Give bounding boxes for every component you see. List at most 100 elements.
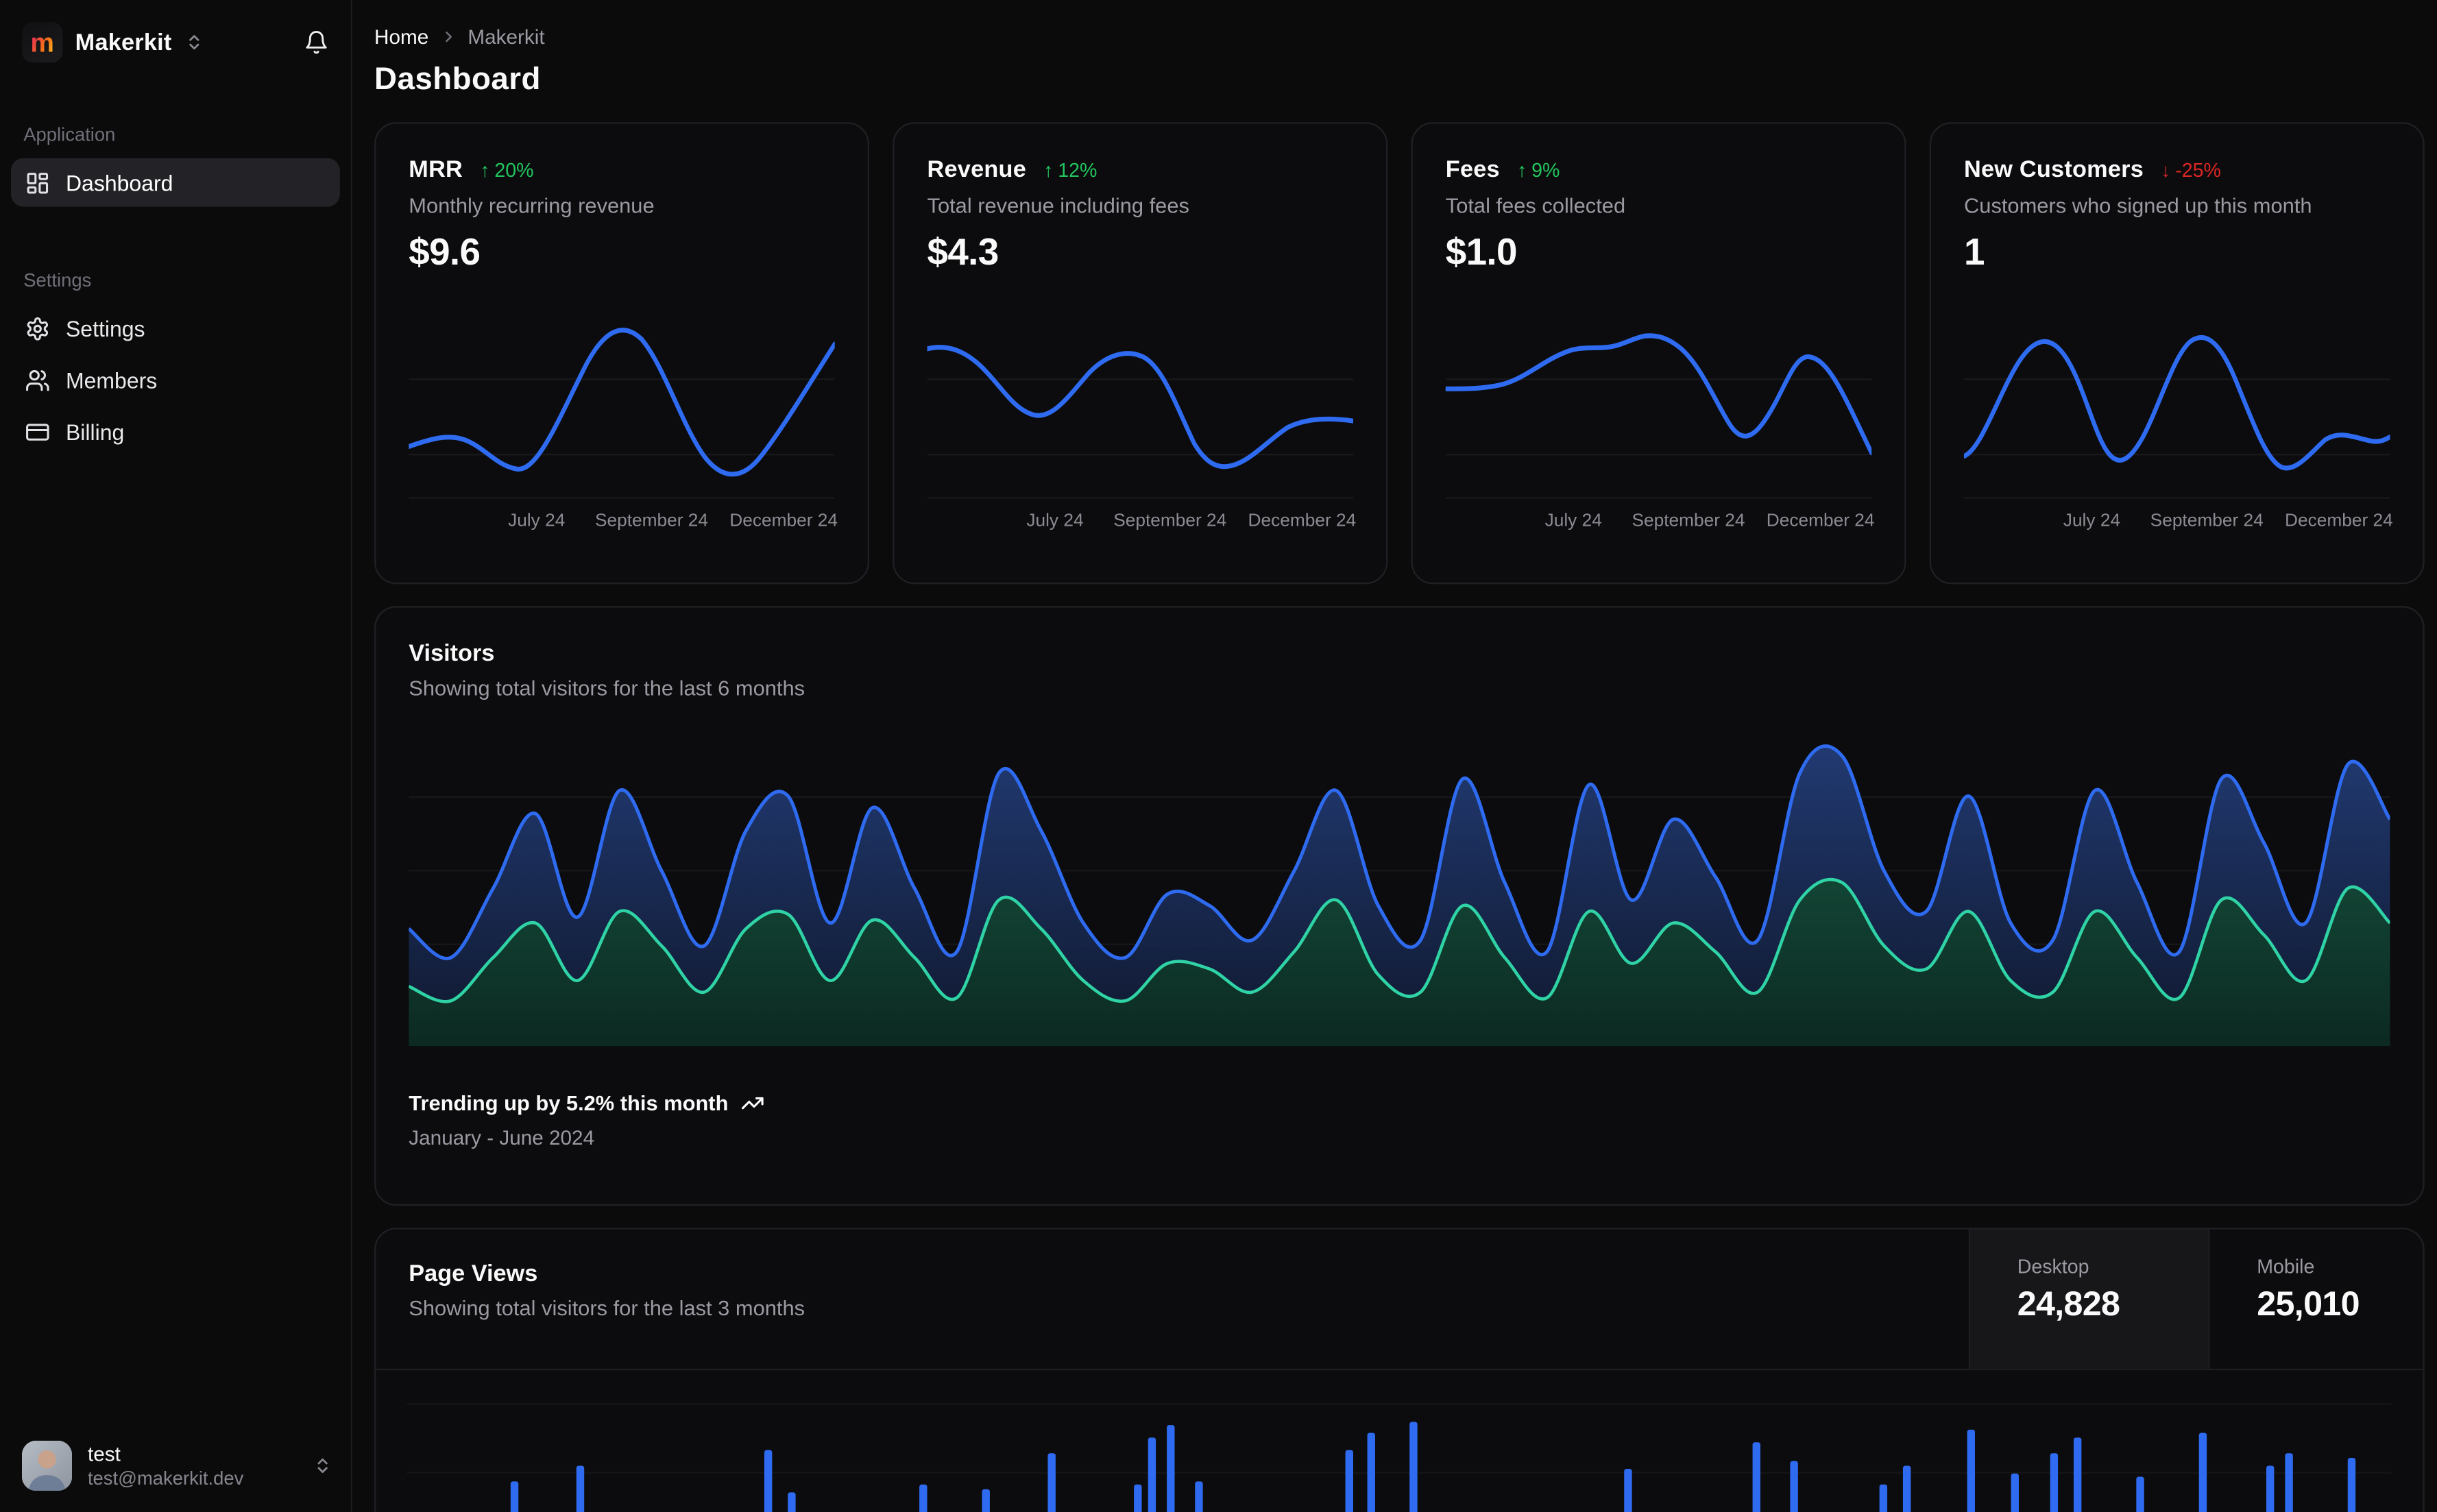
breadcrumb: Home Makerkit (374, 25, 2425, 49)
stat-value: $1.0 (1445, 232, 1518, 274)
page-views-bar (1133, 1485, 1141, 1512)
trend-summary: Trending up by 5.2% this month (409, 1091, 729, 1115)
credit-card-icon (25, 419, 51, 444)
sidebar-item-members[interactable]: Members (11, 356, 340, 404)
trending-up-icon (741, 1091, 764, 1114)
user-email: test@makerkit.dev (87, 1467, 244, 1489)
page-views-bar (982, 1489, 991, 1512)
trend-badge: ↓ -25% (2161, 159, 2221, 181)
stat-card-mrr: MRR ↑ 20% Monthly recurring revenue $9.6 … (374, 122, 870, 585)
page-views-bar (1167, 1426, 1176, 1512)
page-views-card: Page Views Showing total visitors for th… (374, 1228, 2425, 1512)
toggle-value: 24,828 (2017, 1284, 2120, 1324)
arrow-up-icon: ↑ (1516, 158, 1527, 181)
trend-badge: ↑ 20% (480, 159, 533, 181)
sidebar-item-billing[interactable]: Billing (11, 407, 340, 456)
stat-description: Total revenue including fees (927, 194, 1189, 218)
page-views-title: Page Views (409, 1260, 538, 1288)
page-views-bar (1147, 1437, 1156, 1512)
trend-value: -25% (2175, 158, 2221, 181)
x-tick: September 24 (2150, 512, 2264, 531)
avatar (21, 1440, 73, 1491)
x-tick: September 24 (1632, 512, 1745, 531)
notifications-bell-icon[interactable] (304, 29, 329, 55)
chevrons-up-down-icon[interactable] (184, 33, 203, 51)
page-views-bar (2348, 1457, 2356, 1512)
chevron-right-icon (439, 28, 457, 45)
sparkline-x-axis: July 24 September 24 December 24 (1446, 509, 1875, 537)
user-menu[interactable]: test test@makerkit.dev (0, 1425, 351, 1512)
breadcrumb-current: Makerkit (468, 25, 545, 49)
sidebar-item-dashboard[interactable]: Dashboard (10, 158, 340, 207)
x-tick: July 24 (1544, 512, 1602, 531)
visitors-subtitle: Showing total visitors for the last 6 mo… (409, 676, 805, 700)
chevrons-up-down-icon[interactable] (313, 1456, 332, 1475)
stat-title: Revenue (927, 156, 1027, 184)
sparkline-x-axis: July 24 September 24 December 24 (1964, 509, 2393, 537)
page-views-bar (919, 1485, 927, 1512)
stat-title: MRR (409, 156, 463, 184)
page-views-bar (1752, 1441, 1761, 1512)
page-views-bar (2266, 1465, 2275, 1512)
page-views-subtitle: Showing total visitors for the last 3 mo… (409, 1296, 805, 1321)
breadcrumb-home-link[interactable]: Home (374, 25, 428, 49)
page-views-bar (1967, 1429, 1975, 1512)
arrow-down-icon: ↓ (2161, 158, 2171, 181)
trend-value: 20% (494, 158, 534, 181)
sidebar: m Makerkit Application Dashboard Setting… (0, 0, 353, 1512)
stat-description: Customers who signed up this month (1964, 194, 2312, 218)
new-customers-sparkline-chart (1964, 296, 2390, 504)
toggle-mobile[interactable]: Mobile 25,010 (2208, 1229, 2423, 1369)
x-tick: July 24 (2063, 512, 2121, 531)
app-window: m Makerkit Application Dashboard Setting… (0, 0, 2437, 1512)
arrow-up-icon: ↑ (1043, 158, 1054, 181)
trend-badge: ↑ 9% (1517, 159, 1560, 181)
revenue-sparkline-chart (927, 296, 1353, 504)
visitors-area-chart (409, 739, 2390, 1047)
makerkit-logo: m (21, 21, 63, 63)
page-views-bar (2074, 1437, 2082, 1512)
page-views-bar (1195, 1480, 1203, 1512)
sidebar-item-label: Billing (65, 419, 125, 444)
user-meta: test test@makerkit.dev (88, 1442, 298, 1489)
toggle-desktop[interactable]: Desktop 24,828 (1968, 1229, 2209, 1369)
nav-section-application: Application (23, 123, 116, 146)
stat-card-fees: Fees ↑ 9% Total fees collected $1.0 July … (1411, 122, 1906, 585)
page-views-bar-chart (407, 1370, 2392, 1512)
x-tick: December 24 (1248, 512, 1357, 531)
page-views-bar (2135, 1477, 2144, 1512)
page-title: Dashboard (374, 62, 541, 97)
page-views-header: Page Views Showing total visitors for th… (376, 1229, 2423, 1371)
main-content: Home Makerkit Dashboard MRR ↑ 20% Monthly… (352, 0, 2437, 1512)
page-views-bar (1409, 1422, 1418, 1512)
sidebar-item-settings[interactable]: Settings (11, 304, 340, 352)
stat-card-revenue: Revenue ↑ 12% Total revenue including fee… (893, 122, 1388, 585)
stat-title: Fees (1445, 156, 1500, 184)
visitors-card: Visitors Showing total visitors for the … (374, 606, 2425, 1206)
x-tick: September 24 (1113, 512, 1227, 531)
visitors-footer: Trending up by 5.2% this month January -… (409, 1091, 2390, 1149)
toggle-label: Desktop (2017, 1256, 2089, 1278)
stat-card-new-customers: New Customers ↓ -25% Customers who signed… (1929, 122, 2425, 585)
page-views-bar (1879, 1485, 1888, 1512)
users-icon (25, 367, 51, 393)
toggle-value: 25,010 (2257, 1284, 2360, 1324)
mrr-sparkline-chart (409, 296, 835, 504)
fees-sparkline-chart (1445, 296, 1872, 504)
page-views-bar (2010, 1473, 2019, 1512)
workspace-selector[interactable]: m Makerkit (0, 0, 351, 78)
page-views-bar (1368, 1433, 1376, 1512)
page-views-bar (1346, 1449, 1354, 1512)
date-range: January - June 2024 (409, 1125, 595, 1149)
sidebar-item-label: Members (65, 367, 158, 393)
page-views-bar (2050, 1453, 2059, 1512)
sparkline-x-axis: July 24 September 24 December 24 (927, 509, 1356, 537)
dashboard-icon (25, 170, 51, 195)
sidebar-item-label: Settings (65, 315, 145, 341)
x-tick: July 24 (1026, 512, 1084, 531)
stat-cards-row: MRR ↑ 20% Monthly recurring revenue $9.6 … (374, 122, 2425, 585)
page-views-bar (1047, 1453, 1056, 1512)
gear-icon (25, 315, 51, 341)
stat-value: $9.6 (409, 232, 481, 274)
page-views-bar (510, 1480, 518, 1512)
